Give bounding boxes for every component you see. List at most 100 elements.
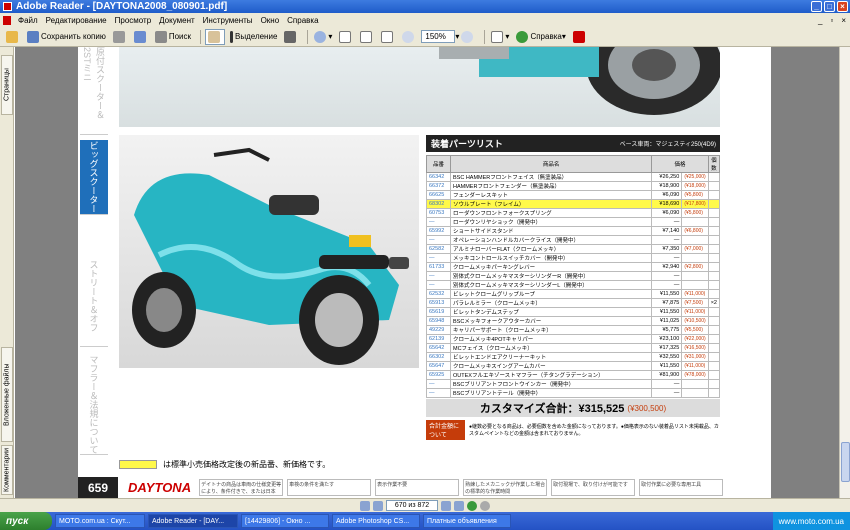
hand-tool-button[interactable] <box>205 28 225 45</box>
actual-size-icon <box>339 30 352 43</box>
menu-document[interactable]: Документ <box>155 16 199 25</box>
table-row: 65913 パラレルミラー（クロームメッキ） ¥7,875 (¥7,500) ×2 <box>426 298 721 308</box>
part-code: 61733 <box>426 262 451 272</box>
part-qty: ×2 <box>707 298 721 308</box>
menu-view[interactable]: Просмотр <box>111 16 156 25</box>
doc-close-button[interactable]: × <box>841 16 846 25</box>
last-page-button[interactable] <box>454 500 464 511</box>
part-price: — <box>651 271 683 281</box>
menu-file[interactable]: Файл <box>14 16 42 25</box>
taskbar-item-photoshop[interactable]: Adobe Photoshop CS... <box>332 514 420 528</box>
part-qty <box>707 316 721 326</box>
next-page-button[interactable] <box>441 500 451 511</box>
part-qty <box>707 361 721 371</box>
fit-page-button[interactable] <box>358 29 376 45</box>
part-qty <box>707 370 721 380</box>
scrollbar-thumb[interactable] <box>841 442 850 482</box>
save-copy-button[interactable]: Сохранить копию <box>25 29 108 45</box>
doc-minimize-button[interactable]: _ <box>818 16 822 25</box>
yellow-swatch <box>119 460 157 469</box>
snapshot-button[interactable] <box>282 29 300 45</box>
tab-attachments[interactable]: Вложенные файлы <box>1 347 13 442</box>
part-code: 66372 <box>426 181 451 191</box>
zoom-tool-button[interactable]: ▾ <box>312 29 334 45</box>
part-price: ¥81,900 <box>651 370 683 380</box>
first-page-button[interactable] <box>360 500 370 511</box>
taskbar-item-browser[interactable]: MOTO.com.ua : Скут... <box>55 514 145 528</box>
section-tab-street: ストリート＆オフ <box>80 245 108 347</box>
zoom-out-button[interactable] <box>400 29 418 45</box>
minimize-button[interactable]: _ <box>811 1 822 12</box>
part-code: — <box>426 271 451 281</box>
taskbar-item-ads[interactable]: Платные объявления <box>423 514 511 528</box>
taskbar-item-adobe-reader[interactable]: Adobe Reader - [DAY... <box>148 514 238 528</box>
close-button[interactable]: × <box>837 1 848 12</box>
previous-page-button[interactable] <box>373 500 383 511</box>
part-retail-price <box>681 280 709 290</box>
part-retail-price: (¥2,800) <box>681 262 709 272</box>
doc-restore-button[interactable]: ▫ <box>830 16 833 25</box>
part-qty <box>707 244 721 254</box>
fit-width-button[interactable] <box>379 29 397 45</box>
part-qty <box>707 253 721 263</box>
part-name: 別体式クロームメッキマスターシリンダーL（開発中） <box>449 280 653 290</box>
actual-size-button[interactable] <box>337 29 355 45</box>
email-button[interactable] <box>132 29 150 45</box>
part-code: 66342 <box>426 172 451 182</box>
menu-edit[interactable]: Редактирование <box>42 16 111 25</box>
taskbar-item-window[interactable]: [14429806] - Окно ... <box>241 514 329 528</box>
part-retail-price: (¥31,000) <box>681 352 709 362</box>
part-retail-price: (¥5,800) <box>681 208 709 218</box>
title-bar: Adobe Reader - [DAYTONA2008_080901.pdf] … <box>0 0 850 13</box>
zoom-in-button[interactable] <box>459 29 477 45</box>
status-bar: 670 из 872 <box>0 498 850 512</box>
tab-pages[interactable]: Страницы <box>1 55 13 115</box>
rotate-button[interactable]: ▾ <box>489 29 511 45</box>
adobe-logo-button[interactable] <box>571 29 589 45</box>
part-name: パラレルミラー（クロームメッキ） <box>449 298 653 308</box>
window-controls: _ □ × <box>811 1 848 12</box>
tab-comments[interactable]: Комментарии <box>1 445 13 495</box>
menu-help[interactable]: Справка <box>283 16 322 25</box>
part-retail-price <box>681 235 709 245</box>
part-qty <box>707 172 721 182</box>
parts-list: 装着パーツリスト ベース車両：マジェスティ250(4D9) 品番 商品名 価格 … <box>426 135 721 443</box>
fit-page-icon <box>360 30 373 43</box>
maximize-button[interactable]: □ <box>824 1 835 12</box>
menu-window[interactable]: Окно <box>257 16 284 25</box>
part-price: ¥5,775 <box>651 325 683 335</box>
print-button[interactable] <box>111 29 129 45</box>
select-tool-button[interactable]: Выделение <box>228 29 279 45</box>
part-price: ¥32,550 <box>651 352 683 362</box>
page-number-field[interactable]: 670 из 872 <box>386 500 438 511</box>
help-button[interactable]: Справка ▾ <box>514 29 567 45</box>
col-name: 商品名 <box>449 155 653 173</box>
table-row: 65948 BSCメッキフォークアウターカバー ¥11,025 (¥10,500) <box>426 316 721 326</box>
open-button[interactable] <box>4 29 22 45</box>
part-price: ¥11,025 <box>651 316 683 326</box>
next-view-button[interactable] <box>480 500 490 511</box>
zoom-level-field[interactable]: 150% <box>421 30 456 43</box>
search-button[interactable]: Поиск <box>153 29 193 45</box>
part-price: ¥11,550 <box>651 361 683 371</box>
scooter-photo-top <box>119 47 722 127</box>
part-name: メッキコントロールスイッチカバー（開発中） <box>449 253 653 263</box>
part-code: — <box>426 280 451 290</box>
document-area[interactable]: 原付スクーター＆2STミニ ビッグスクーター ストリート＆オフ マフラー＆法規に… <box>15 47 839 498</box>
footer-note: デイトナの商品は車両の仕様変更等により、条件付きで、または日本 <box>199 479 284 496</box>
part-name: MCフェイス（クロームメッキ） <box>449 343 653 353</box>
start-button[interactable]: пуск <box>0 512 52 530</box>
binoculars-icon <box>154 30 167 43</box>
total-note: 合計金額について ●継数必要となる商品は、必要個数を含めた金額になっております。… <box>426 420 720 440</box>
vertical-scrollbar[interactable] <box>839 47 850 498</box>
part-retail-price <box>681 271 709 281</box>
part-price: ¥7,350 <box>651 244 683 254</box>
previous-view-button[interactable] <box>467 500 477 511</box>
part-price: — <box>651 217 683 227</box>
part-code: 60753 <box>426 208 451 218</box>
part-retail-price: (¥25,000) <box>681 172 709 182</box>
table-row: — BSCブリリアントフロントウインカー（開発中） — <box>426 379 721 389</box>
col-price: 価格 <box>651 155 709 173</box>
menu-tools[interactable]: Инструменты <box>199 16 257 25</box>
part-code: — <box>426 253 451 263</box>
